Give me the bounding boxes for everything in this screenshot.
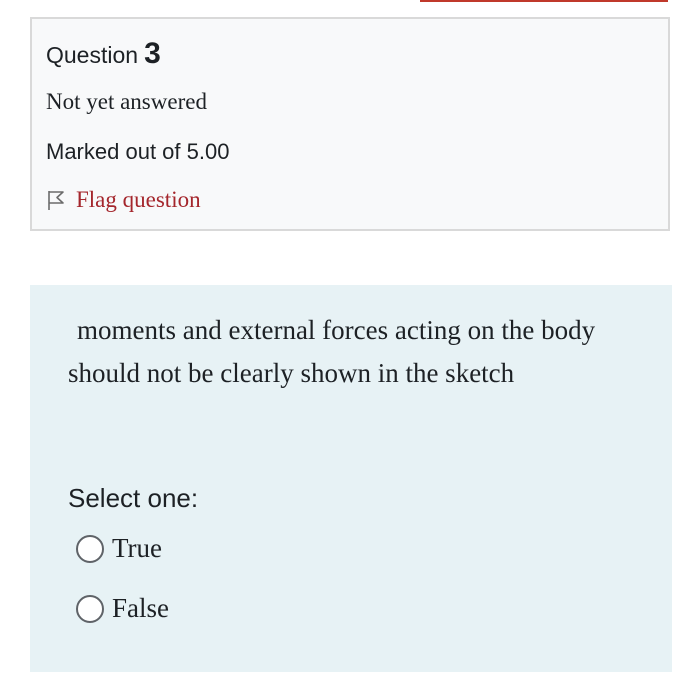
- question-grade: Marked out of 5.00: [46, 139, 230, 164]
- quiz-page: Question 3 Not yet answered Marked out of…: [0, 0, 700, 695]
- option-label-false: False: [112, 593, 169, 623]
- flag-outline-icon: [46, 189, 66, 211]
- answer-prompt: Select one:: [68, 483, 199, 513]
- option-false[interactable]: False: [76, 593, 169, 624]
- question-state: Not yet answered: [46, 89, 207, 114]
- question-title: Question 3: [46, 37, 161, 71]
- question-number: 3: [144, 37, 161, 70]
- question-content-panel: moments and external forces acting on th…: [30, 285, 672, 672]
- question-text: moments and external forces acting on th…: [68, 315, 596, 388]
- question-label: Question: [46, 42, 139, 68]
- radio-true[interactable]: [76, 534, 104, 563]
- question-info-panel: Question 3 Not yet answered Marked out of…: [30, 17, 670, 231]
- option-true[interactable]: True: [76, 533, 162, 564]
- flag-question-link[interactable]: Flag question: [46, 187, 201, 213]
- flag-question-label: Flag question: [76, 187, 201, 212]
- accent-divider: [420, 0, 668, 2]
- option-label-true: True: [112, 533, 163, 563]
- radio-false[interactable]: [76, 594, 104, 623]
